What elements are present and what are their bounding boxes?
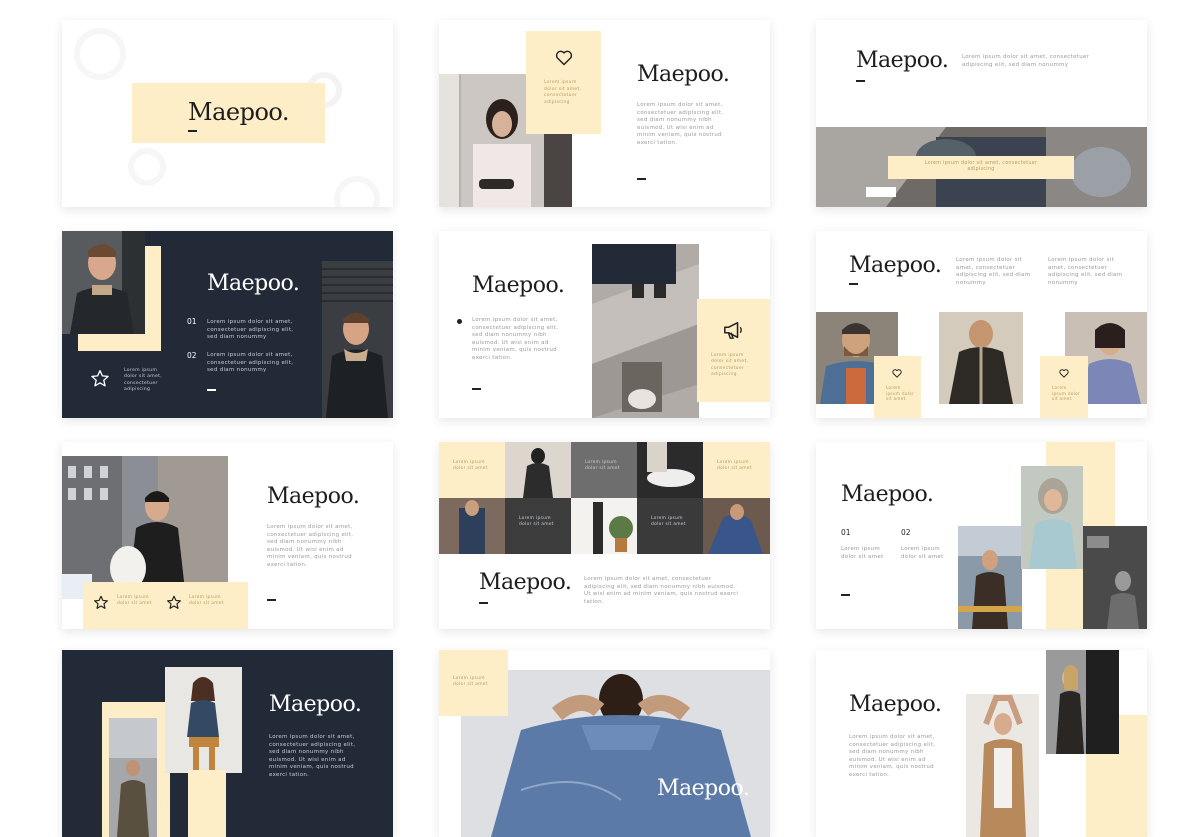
feature-card [188, 770, 226, 837]
slide-dark-profile[interactable]: Maepoo. Lorem ipsum dolor sit amet, cons… [62, 650, 393, 837]
photo-grid-2 [439, 498, 505, 554]
slide-denim[interactable]: Lorem ipsum dolor sit amet Maepoo. [439, 650, 770, 837]
feature-text-1: Lorem ipsum dolor sit amet [117, 595, 152, 606]
megaphone-icon [722, 320, 744, 340]
body-text: Lorem ipsum dolor sit amet, consectetuer… [849, 734, 936, 778]
body-text: Lorem ipsum dolor sit amet, consectetuer… [269, 734, 356, 778]
slide-city[interactable]: Lorem ipsum dolor sit amet Lorem ipsum d… [62, 442, 393, 629]
photo-man-coat [958, 526, 1022, 629]
brand-logo: Maepoo. [657, 776, 750, 801]
feature-card [697, 299, 770, 402]
brand-logo: Maepoo. [267, 484, 360, 509]
navy-block [592, 244, 676, 284]
decor-ring [128, 148, 166, 186]
feature-text-2: Lorem ipsum dolor sit amet [189, 595, 224, 606]
title-dash [849, 283, 858, 285]
slide-gallery[interactable]: Lorem ipsum dolor sit amet Lorem ipsum d… [439, 442, 770, 629]
body-text-2: Lorem ipsum dolor sit amet, consectetuer… [1048, 257, 1123, 286]
decor-ring [74, 28, 126, 80]
photo-night-city [1083, 526, 1147, 629]
section-dash [841, 594, 850, 596]
heart-icon [892, 369, 902, 378]
photo-man-1 [62, 231, 145, 334]
feature-text-2: Lorem ipsum dolor sit amet [1052, 385, 1081, 402]
item-text-1: Lorem ipsum dolor sit amet [841, 546, 884, 560]
caption-text: Lorem ipsum dolor sit amet, consectetuer… [924, 161, 1038, 173]
brand-logo: Maepoo. [856, 48, 949, 73]
star-icon [90, 369, 110, 388]
brand-logo: Maepoo. [849, 692, 942, 717]
decor-ring [334, 176, 380, 207]
item-text-1: Lorem ipsum dolor sit amet, consectetuer… [207, 319, 294, 341]
item-number-2: 02 [187, 351, 197, 360]
photo-street-man [109, 718, 157, 837]
section-dash [267, 599, 276, 601]
item-text-2: Lorem ipsum dolor sit amet, consectetuer… [207, 352, 294, 374]
caption-text: Lorem ipsum dolor sit amet [453, 676, 488, 687]
title-dash [188, 130, 197, 132]
brand-logo: Maepoo. [637, 62, 730, 87]
feature-text: Lorem ipsum dolor sit amet, consectetuer… [711, 353, 749, 378]
brand-logo: Maepoo. [472, 273, 565, 298]
photo-grid-plant [571, 498, 637, 554]
feature-text-1: Lorem ipsum dolor sit amet [886, 385, 915, 402]
photo-woman-coat [966, 694, 1039, 837]
section-dash [637, 178, 646, 180]
slide-numbered[interactable]: Maepoo. 01 Lorem ipsum dolor sit amet 02… [816, 442, 1147, 629]
grid-cell-text-4: Lorem ipsum dolor sit amet [519, 516, 554, 527]
photo-city-man [62, 456, 228, 599]
photo-woman-hijab [1021, 466, 1083, 569]
brand-logo: Maepoo. [269, 692, 362, 717]
title-dash [479, 602, 488, 604]
grid-cell-text-5: Lorem ipsum dolor sit amet [651, 516, 686, 527]
slide-bullets[interactable]: Maepoo. Lorem ipsum dolor sit amet, cons… [439, 231, 770, 418]
item-number-1: 01 [841, 528, 851, 537]
body-text: Lorem ipsum dolor sit amet, consectetuer… [472, 317, 559, 361]
slide-portrait[interactable]: Maepoo. Lorem ipsum dolor sit amet, cons… [816, 650, 1147, 837]
brand-logo: Maepoo. [849, 253, 942, 278]
slide-team[interactable]: Maepoo. Lorem ipsum dolor sit amet, cons… [816, 231, 1147, 418]
photo-grid-shoes [637, 442, 703, 498]
grid-cell-text-2: Lorem ipsum dolor sit amet [585, 460, 620, 471]
title-dash [856, 80, 865, 82]
section-dash [207, 389, 216, 391]
slide-title-1[interactable]: Maepoo. [62, 20, 393, 207]
photo-grid-1 [505, 442, 571, 498]
item-number-2: 02 [901, 528, 911, 537]
slide-banner[interactable]: Maepoo. Lorem ipsum dolor sit amet, cons… [816, 20, 1147, 207]
brand-logo: Maepoo. [188, 98, 290, 126]
brand-logo: Maepoo. [841, 482, 934, 507]
slide-about[interactable]: Lorem ipsum dolor sit amet, consectetuer… [439, 20, 770, 207]
brand-logo: Maepoo. [479, 570, 572, 595]
photo-man-2 [322, 261, 393, 418]
heart-icon [555, 50, 573, 66]
body-text: Lorem ipsum dolor sit amet, consectetuer… [584, 576, 739, 605]
item-number-1: 01 [187, 317, 197, 326]
star-icon [93, 595, 109, 610]
section-dash [472, 388, 481, 390]
photo-grid-3 [703, 498, 770, 554]
slide-dark-list[interactable]: Maepoo. 01 Lorem ipsum dolor sit amet, c… [62, 231, 393, 418]
body-text-1: Lorem ipsum dolor sit amet, consectetuer… [956, 257, 1031, 286]
body-text: Lorem ipsum dolor sit amet, consectetuer… [637, 102, 724, 146]
feature-text: Lorem ipsum dolor sit amet, consectetuer… [544, 80, 582, 105]
heart-icon [1059, 369, 1069, 378]
grid-cell-text-1: Lorem ipsum dolor sit amet [453, 460, 488, 471]
brand-logo: Maepoo. [207, 271, 300, 296]
body-text: Lorem ipsum dolor sit amet, consectetuer… [962, 54, 1090, 68]
grid-cell-text-3: Lorem ipsum dolor sit amet [717, 460, 752, 471]
item-text-2: Lorem ipsum dolor sit amet [901, 546, 944, 560]
photo-woman-wall [1046, 650, 1119, 754]
photo-sitting-man [165, 667, 242, 773]
star-icon [166, 595, 182, 610]
star-text: Lorem ipsum dolor sit amet, consectetuer… [124, 368, 162, 393]
photo-woman-jacket [939, 312, 1023, 404]
body-text: Lorem ipsum dolor sit amet, consectetuer… [267, 524, 354, 568]
bullet-dot [457, 319, 462, 324]
